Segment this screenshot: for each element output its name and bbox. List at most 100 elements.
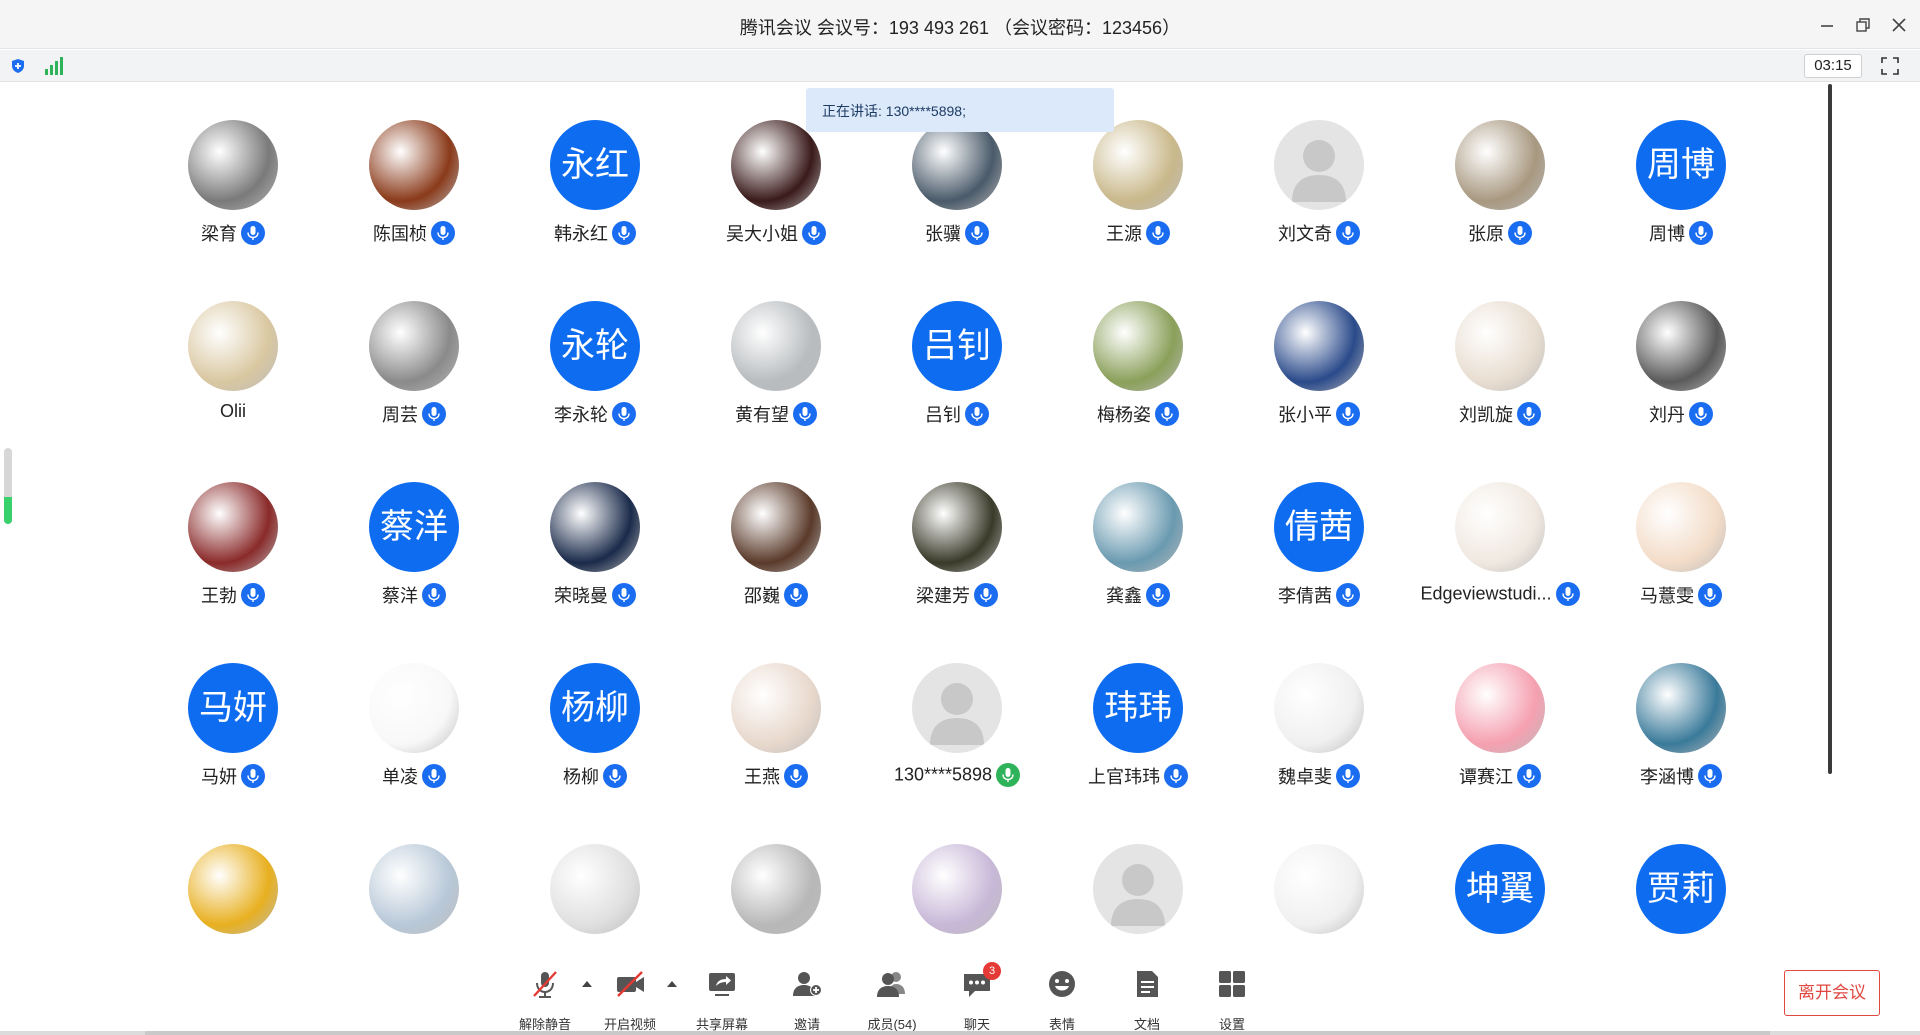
avatar: 马妍 — [188, 663, 278, 753]
participant-tile[interactable]: 吕钊 吕钊 — [867, 301, 1047, 441]
avatar — [188, 301, 278, 391]
participant-tile[interactable]: 刘丹 — [1591, 301, 1771, 441]
avatar — [369, 663, 459, 753]
volume-level-indicator — [4, 448, 12, 524]
avatar — [550, 844, 640, 934]
avatar: 吕钊 — [912, 301, 1002, 391]
avatar — [550, 482, 640, 572]
start-video-button[interactable]: 开启视频 — [590, 964, 670, 1032]
participant-tile[interactable]: 陈国桢 — [324, 120, 504, 260]
microphone-icon — [612, 583, 636, 607]
participant-tile[interactable]: 魏卓斐 — [1229, 663, 1409, 803]
microphone-icon — [965, 221, 989, 245]
participant-tile[interactable]: 永轮 李永轮 — [505, 301, 685, 441]
participant-name-row: 周芸 — [324, 401, 504, 429]
participant-name: 王源 — [1106, 224, 1142, 244]
mic-muted-icon — [533, 971, 557, 998]
members-button[interactable]: 成员(54) — [852, 964, 932, 1032]
docs-button[interactable]: 文档 — [1107, 964, 1187, 1032]
microphone-icon — [603, 764, 627, 788]
avatar — [731, 844, 821, 934]
participant-tile[interactable]: 倩茜 李倩茜 — [1229, 482, 1409, 622]
volume-level-fill — [4, 497, 12, 524]
participant-tile[interactable]: 张原 — [1410, 120, 1590, 260]
participant-tile[interactable]: 梁建芳 — [867, 482, 1047, 622]
participant-tile[interactable]: 玮玮 上官玮玮 — [1048, 663, 1228, 803]
participant-tile[interactable]: 邵巍 — [686, 482, 866, 622]
participant-tile[interactable]: Edgeviewstudi... — [1410, 482, 1590, 622]
participant-name-row: 刘文奇 — [1229, 220, 1409, 248]
participant-name: Olii — [220, 401, 246, 421]
participant-name: 谭赛江 — [1459, 767, 1513, 787]
participant-tile[interactable]: 荣晓曼 — [505, 482, 685, 622]
chat-button[interactable]: 3 聊天 — [937, 962, 1017, 1032]
microphone-icon — [1508, 221, 1532, 245]
share-screen-button[interactable]: 共享屏幕 — [682, 964, 762, 1032]
participant-tile[interactable]: 刘文奇 — [1229, 120, 1409, 260]
participant-tile[interactable]: Olii — [143, 301, 323, 441]
participant-tile[interactable]: 单凌 — [324, 663, 504, 803]
avatar — [912, 663, 1002, 753]
grid-scrollbar[interactable] — [1828, 84, 1832, 774]
participant-tile[interactable]: 刘凯旋 — [1410, 301, 1590, 441]
participant-tile[interactable]: 张骥 — [867, 120, 1047, 260]
participant-name: 荣晓曼 — [554, 586, 608, 606]
microphone-icon — [1336, 221, 1360, 245]
participant-tile[interactable]: 王勃 — [143, 482, 323, 622]
avatar — [1455, 482, 1545, 572]
microphone-icon — [1336, 764, 1360, 788]
participant-name: 龚鑫 — [1106, 586, 1142, 606]
participant-tile[interactable]: 蔡洋 蔡洋 — [324, 482, 504, 622]
participant-tile[interactable]: 周博 周博 — [1591, 120, 1771, 260]
participant-name-row: 张原 — [1410, 220, 1590, 248]
horizontal-scrollbar[interactable] — [145, 1031, 1770, 1035]
participant-tile[interactable]: 龚鑫 — [1048, 482, 1228, 622]
participant-tile[interactable]: 梁育 — [143, 120, 323, 260]
emoji-button[interactable]: 表情 — [1022, 964, 1102, 1032]
microphone-icon — [1689, 221, 1713, 245]
microphone-icon — [431, 221, 455, 245]
invite-button[interactable]: 邀请 — [767, 964, 847, 1032]
participant-name: 梁建芳 — [916, 586, 970, 606]
leave-meeting-button[interactable]: 离开会议 — [1784, 970, 1880, 1016]
video-options-caret-icon[interactable] — [666, 980, 678, 988]
participant-name-row: 王勃 — [143, 582, 323, 610]
avatar — [1093, 844, 1183, 934]
participant-tile[interactable]: 永红 韩永红 — [505, 120, 685, 260]
avatar: 坤翼 — [1455, 844, 1545, 934]
microphone-icon — [422, 583, 446, 607]
avatar — [1093, 120, 1183, 210]
avatar: 永轮 — [550, 301, 640, 391]
microphone-icon — [784, 583, 808, 607]
microphone-icon — [1155, 402, 1179, 426]
participant-tile[interactable]: 王燕 — [686, 663, 866, 803]
emoji-icon — [1049, 971, 1075, 997]
participant-tile[interactable]: 黄有望 — [686, 301, 866, 441]
participant-name: 陈国桢 — [373, 224, 427, 244]
avatar: 永红 — [550, 120, 640, 210]
participant-name: 上官玮玮 — [1088, 767, 1160, 787]
microphone-icon — [1689, 402, 1713, 426]
participant-tile[interactable]: 马妍 马妍 — [143, 663, 323, 803]
avatar — [188, 120, 278, 210]
participant-tile[interactable]: 周芸 — [324, 301, 504, 441]
settings-button[interactable]: 设置 — [1192, 964, 1272, 1032]
microphone-icon — [996, 763, 1021, 787]
participant-name: 刘丹 — [1649, 405, 1685, 425]
participant-tile[interactable]: 马薏雯 — [1591, 482, 1771, 622]
participant-tile[interactable]: 张小平 — [1229, 301, 1409, 441]
participant-tile[interactable]: 王源 — [1048, 120, 1228, 260]
participant-name: 张原 — [1468, 224, 1504, 244]
participant-name-row: 梅杨姿 — [1048, 401, 1228, 429]
participant-tile[interactable]: 杨柳 杨柳 — [505, 663, 685, 803]
participant-tile[interactable]: 梅杨姿 — [1048, 301, 1228, 441]
participant-tile[interactable]: 130****5898 — [867, 663, 1047, 803]
participant-tile[interactable]: 吴大小姐 — [686, 120, 866, 260]
participant-tile[interactable]: 谭赛江 — [1410, 663, 1590, 803]
microphone-icon — [1336, 583, 1360, 607]
share-screen-icon — [709, 973, 735, 996]
participant-name: 张小平 — [1278, 405, 1332, 425]
microphone-icon — [612, 402, 636, 426]
unmute-button[interactable]: 解除静音 — [505, 964, 585, 1032]
participant-tile[interactable]: 李涵博 — [1591, 663, 1771, 803]
